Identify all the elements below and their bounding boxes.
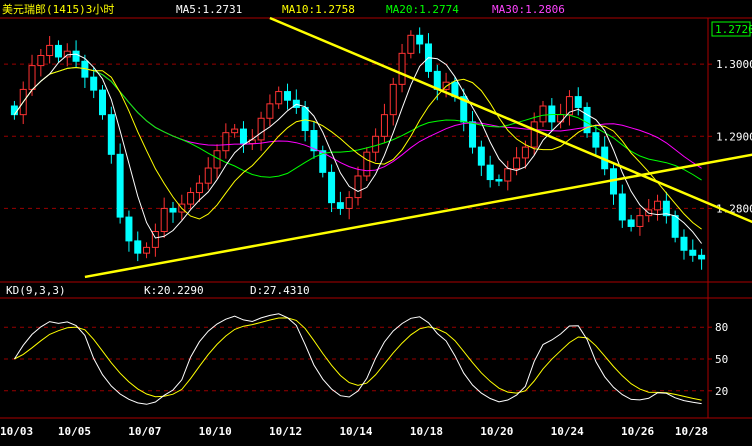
descending-trendline	[269, 16, 752, 224]
candle-up	[143, 246, 151, 254]
candle-down	[10, 105, 18, 116]
candle-up	[231, 128, 239, 134]
candle-down	[72, 50, 80, 62]
chart-screen: 1.3000 1.2900 1.2800 1.2720 80 50 20 10/03 10/05…	[0, 0, 752, 446]
candle-up	[160, 207, 168, 233]
x-axis-date-label: 10/12	[269, 425, 302, 438]
candle-down	[90, 76, 98, 91]
candle-down	[486, 164, 494, 181]
candle-down	[107, 114, 115, 155]
candle-down	[618, 193, 626, 221]
candle-up	[398, 52, 406, 85]
candle-up	[275, 91, 283, 105]
ma20-readout: MA20:1.2774	[386, 3, 459, 16]
candle-down	[284, 91, 292, 101]
candle-up	[266, 103, 274, 119]
kd-tick-label: 20	[715, 385, 728, 398]
x-axis-date-label: 10/24	[551, 425, 584, 438]
candle-down	[671, 215, 679, 238]
candle-up	[28, 65, 36, 90]
candle-up	[539, 105, 547, 123]
x-axis-date-label: 10/07	[128, 425, 161, 438]
price-tick-label: 1.3000	[716, 58, 752, 71]
candle-up	[530, 121, 538, 148]
candle-down	[336, 202, 344, 209]
candle-down	[698, 254, 706, 260]
kd-k-readout: K:20.2290	[144, 284, 204, 297]
ma5-readout: MA5:1.2731	[176, 3, 243, 16]
candle-up	[521, 146, 529, 159]
candle-down	[548, 105, 556, 123]
kd-tick-label: 80	[715, 321, 728, 334]
candle-up	[354, 175, 362, 199]
x-axis-date-label: 10/18	[410, 425, 443, 438]
candle-up	[63, 50, 71, 58]
candle-down	[680, 236, 688, 251]
price-tick-label: 1.2900	[716, 130, 752, 143]
candle-up	[363, 151, 371, 177]
candle-up	[372, 135, 380, 153]
candle-down	[239, 128, 247, 145]
candle-down	[469, 121, 477, 148]
kd-tick-label: 50	[715, 353, 728, 366]
x-axis-date-label: 10/20	[480, 425, 513, 438]
candle-up	[504, 168, 512, 182]
candle-down	[54, 44, 62, 58]
candle-down	[301, 106, 309, 132]
candle-down	[99, 89, 107, 116]
candle-down	[477, 146, 485, 166]
candle-up	[636, 215, 644, 227]
candle-up	[654, 200, 662, 211]
candle-up	[513, 157, 521, 170]
candle-down	[116, 153, 124, 218]
x-axis-date-label: 10/05	[58, 425, 91, 438]
candle-down	[627, 219, 635, 227]
x-axis-date-label: 10/10	[199, 425, 232, 438]
candle-up	[345, 197, 353, 209]
x-axis-date-label: 10/28	[675, 425, 708, 438]
candle-up	[37, 55, 45, 67]
candle-down	[495, 179, 503, 182]
last-price-label: 1.2720	[715, 23, 752, 36]
candle-down	[328, 171, 336, 204]
candle-up	[195, 182, 203, 194]
candle-up	[204, 167, 212, 184]
candle-up	[557, 114, 565, 123]
candle-down	[689, 249, 697, 256]
candle-down	[125, 216, 133, 242]
ma10-readout: MA10:1.2758	[282, 3, 355, 16]
price-chart[interactable]: 1.30001.29001.28001.272080502010/03 10/05…	[0, 0, 752, 446]
candle-up	[407, 34, 415, 54]
candle-down	[416, 34, 424, 45]
kd-title: KD(9,3,3)	[6, 284, 66, 297]
kd-d-readout: D:27.4310	[250, 284, 310, 297]
candle-up	[380, 114, 388, 137]
symbol-title: 美元瑞郎(1415)3小时	[2, 3, 115, 16]
candle-up	[257, 117, 265, 141]
candle-down	[574, 96, 582, 108]
candle-up	[187, 192, 195, 205]
x-axis-date-label: 10/26	[621, 425, 654, 438]
candle-down	[592, 132, 600, 148]
candle-up	[389, 83, 397, 116]
candle-down	[169, 207, 177, 213]
candle-down	[134, 240, 142, 254]
ma30-readout: MA30:1.2806	[492, 3, 565, 16]
candle-up	[222, 132, 230, 152]
x-axis-date-label: 10/03	[0, 425, 33, 438]
candle-up	[46, 44, 54, 57]
x-axis-date-label: 10/14	[339, 425, 372, 438]
